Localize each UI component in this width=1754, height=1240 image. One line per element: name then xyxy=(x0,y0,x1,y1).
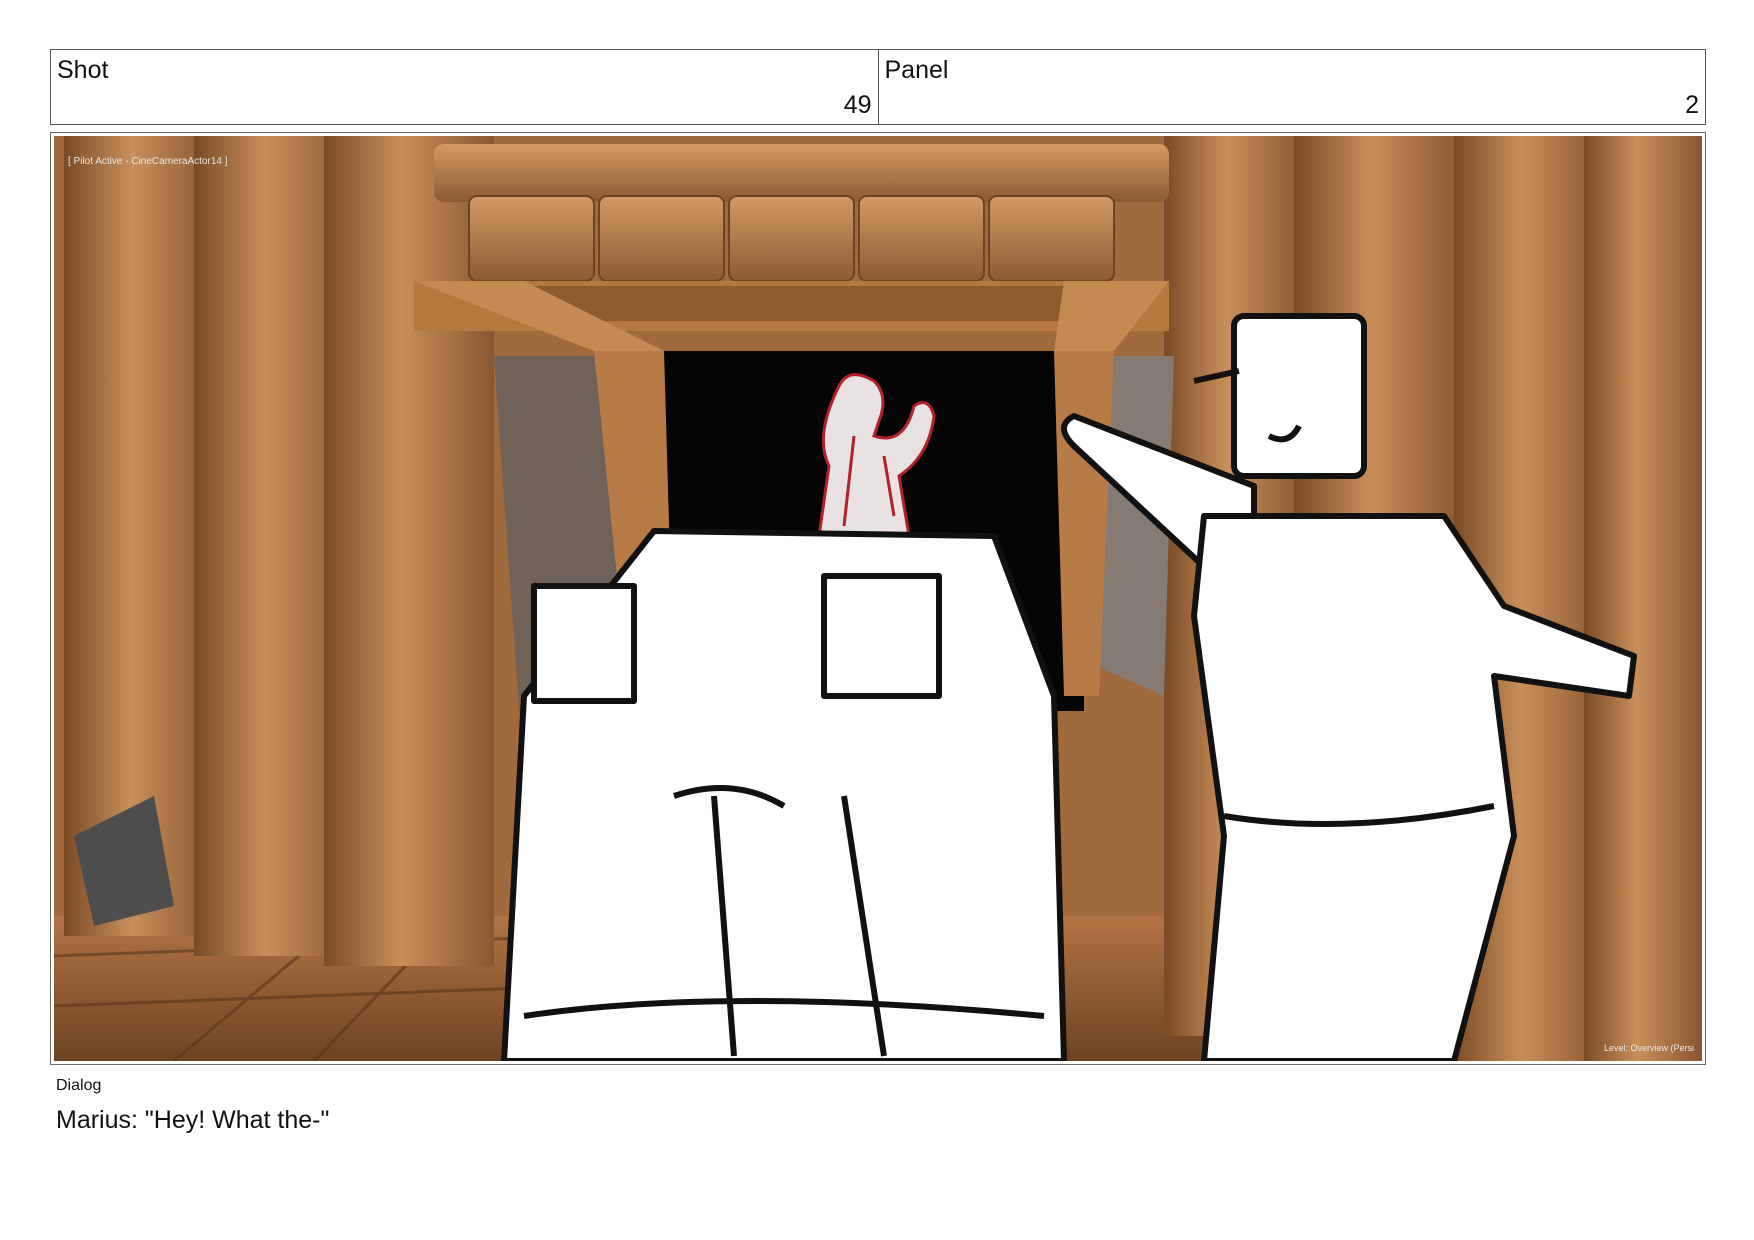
panel-cell: Panel 2 xyxy=(877,50,1706,124)
viewport-overlay-tag: [ Pilot Active - CineCameraActor14 ] xyxy=(68,156,228,167)
sketch-mine-cart xyxy=(501,528,1067,1061)
shot-number: 49 xyxy=(843,91,872,119)
log-right-4 xyxy=(1584,136,1702,1061)
shot-label: Shot xyxy=(57,56,109,84)
dialog-text: Marius: "Hey! What the-" xyxy=(56,1106,330,1134)
dialog-label: Dialog xyxy=(56,1077,102,1094)
panel-image: [ Pilot Active - CineCameraActor14 ] Lev… xyxy=(54,136,1702,1061)
viewport-corner-tag: Level: Overview (Persi xyxy=(1604,1043,1694,1053)
panel-number: 2 xyxy=(1685,91,1699,119)
shot-cell: Shot 49 xyxy=(51,50,878,124)
shot-panel-header: Shot 49 Panel 2 xyxy=(50,49,1706,125)
beam-blocks xyxy=(468,195,1115,282)
top-beam xyxy=(434,144,1169,202)
storyboard-panel: [ Pilot Active - CineCameraActor14 ] Lev… xyxy=(50,132,1706,1065)
panel-label: Panel xyxy=(884,56,949,84)
